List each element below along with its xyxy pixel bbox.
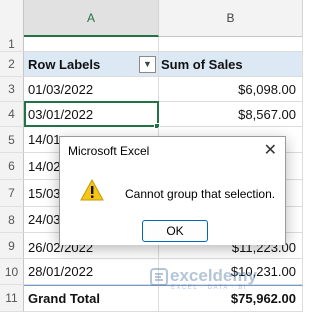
close-icon[interactable]: ✕: [264, 140, 277, 160]
dialog-message: Cannot group that selection.: [125, 187, 276, 201]
row-header-10[interactable]: 10: [0, 259, 24, 285]
pivot-sum-of-sales-header[interactable]: Sum of Sales: [159, 52, 303, 77]
row-header-7[interactable]: 7: [0, 180, 24, 207]
row-header-5[interactable]: 5: [0, 127, 24, 153]
column-header-b[interactable]: B: [159, 0, 303, 37]
dialog-title: Microsoft Excel: [68, 144, 150, 158]
dialog-body: Cannot group that selection. OK: [60, 165, 285, 245]
spreadsheet: A B 1 2 Row Labels Sum of Sales ▼ 3 01/0…: [0, 0, 303, 312]
active-cell-border: [24, 101, 159, 127]
cell-b1[interactable]: [159, 37, 303, 52]
row-header-2[interactable]: 2: [0, 52, 24, 77]
row-header-4[interactable]: 4: [0, 102, 24, 127]
error-dialog: Microsoft Excel ✕ Cannot group that sele…: [59, 136, 286, 245]
cell-b3[interactable]: $6,098.00: [159, 77, 303, 102]
row-header-9[interactable]: 9: [0, 233, 24, 259]
watermark-tagline: EXCEL · DATA · BI: [171, 285, 248, 291]
dialog-titlebar[interactable]: Microsoft Excel ✕: [60, 137, 285, 165]
filter-dropdown-icon[interactable]: ▼: [139, 56, 156, 73]
cell-a1[interactable]: [24, 37, 159, 52]
exceldemy-logo-icon: [150, 268, 168, 286]
row-header-11[interactable]: 11: [0, 285, 24, 312]
column-header-a[interactable]: A: [24, 0, 159, 37]
row-header-3[interactable]: 3: [0, 77, 24, 102]
row-header-6[interactable]: 6: [0, 153, 24, 180]
watermark-name: exceldemy: [170, 266, 257, 285]
cell-a3[interactable]: 01/03/2022: [24, 77, 159, 102]
column-header-bar: A B: [0, 0, 303, 37]
ok-button[interactable]: OK: [142, 220, 208, 242]
cell-b4[interactable]: $8,567.00: [159, 102, 303, 127]
row-header-1[interactable]: 1: [0, 37, 24, 52]
warning-icon: [80, 179, 104, 201]
select-all-corner[interactable]: [0, 0, 24, 37]
row-header-8[interactable]: 8: [0, 207, 24, 233]
grand-total-label[interactable]: Grand Total: [24, 285, 159, 312]
cell-a10[interactable]: 28/01/2022: [24, 259, 159, 285]
